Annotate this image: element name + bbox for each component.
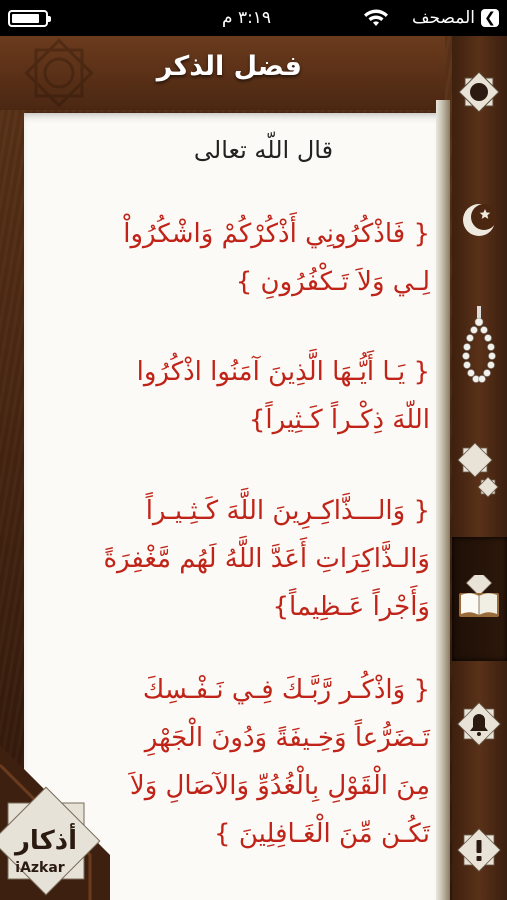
- back-to-app-icon[interactable]: ❮: [481, 9, 499, 27]
- emboss-ornament-icon: [24, 38, 94, 108]
- app-logo: أذكار iAzkar: [0, 745, 110, 900]
- logo-latin-text: iAzkar: [15, 860, 65, 876]
- verse-3: { وَالـــذَّاكِـرِينَ اللَّهَ كَـثِـيـرا…: [103, 496, 430, 622]
- status-bar: ❮ المصحف ٣:١٩ م: [0, 0, 507, 36]
- crescent-icon[interactable]: [455, 196, 503, 244]
- alert-icon[interactable]: [455, 826, 503, 874]
- page-edge: [436, 100, 450, 900]
- open-book-icon[interactable]: [455, 575, 503, 623]
- verse-2: { يَـا أَيُّـهَا الَّذِينَ آمَنُوا اذْكُ…: [136, 357, 430, 435]
- bell-icon[interactable]: [455, 700, 503, 748]
- prayer-beads-icon[interactable]: [455, 304, 503, 388]
- logo-arabic-text: أذكار: [13, 823, 77, 856]
- content-heading-text: قال اللّه تعالى: [193, 136, 334, 164]
- carrier-label: المصحف: [411, 8, 475, 28]
- battery-icon: [8, 10, 51, 27]
- stars-icon[interactable]: [455, 440, 503, 506]
- battery-level: [12, 14, 39, 23]
- verse-1: { فَاذْكُرُونِي أَذْكُرْكُمْ وَاشْكُرُوا…: [123, 219, 430, 297]
- clock: ٣:١٩ م: [222, 8, 272, 28]
- page-title: فضل الذكر: [156, 51, 302, 82]
- content-heading: قال اللّه تعالى: [0, 136, 507, 164]
- star-badge-icon[interactable]: [455, 68, 503, 116]
- wifi-icon: [364, 9, 388, 26]
